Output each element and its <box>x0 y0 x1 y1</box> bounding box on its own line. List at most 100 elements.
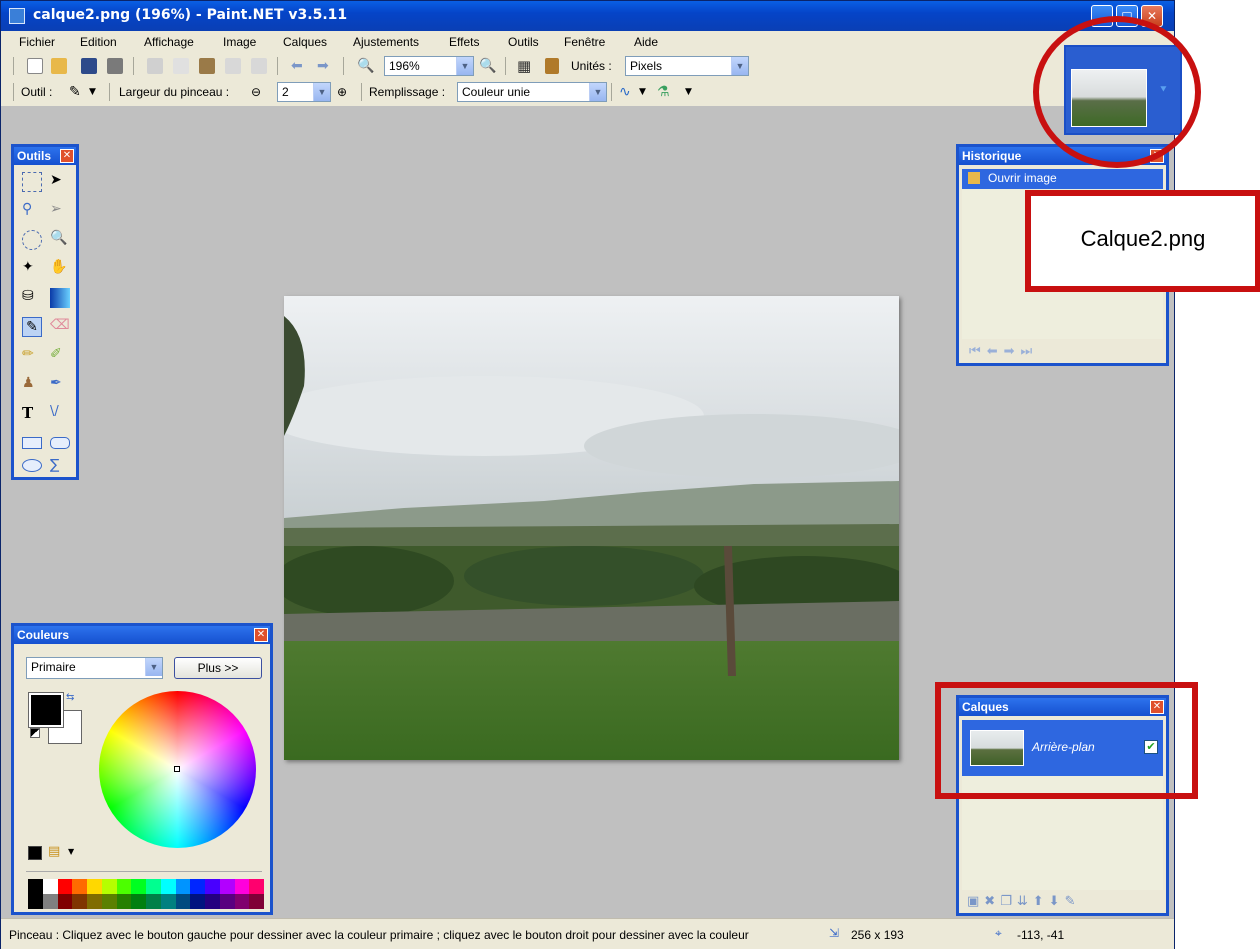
history-item[interactable]: Ouvrir image <box>962 169 1163 189</box>
duplicate-layer-icon[interactable]: ❐ <box>1000 894 1017 909</box>
pan-hand-icon[interactable]: ✋ <box>50 259 70 279</box>
color-swatch[interactable] <box>249 894 265 909</box>
color-swatch[interactable] <box>87 894 102 909</box>
antialiasing-icon[interactable]: ∿ <box>619 84 635 100</box>
color-swatch[interactable] <box>160 879 176 894</box>
color-swatch[interactable] <box>190 879 206 894</box>
menu-aide[interactable]: Aide <box>634 35 658 49</box>
freeform-shape-icon[interactable]: ∑ <box>50 457 70 477</box>
fill-combo[interactable]: Couleur unie ▼ <box>457 82 607 102</box>
rewind-icon[interactable]: ⏮ <box>969 344 987 359</box>
color-wheel[interactable] <box>99 691 256 848</box>
color-swatch[interactable] <box>131 894 147 909</box>
menu-edition[interactable]: Edition <box>80 35 117 49</box>
menu-effets[interactable]: Effets <box>449 35 479 49</box>
move-layer-down-icon[interactable]: ⬇ <box>1049 894 1065 909</box>
image-canvas[interactable] <box>284 296 899 760</box>
color-swatch[interactable] <box>116 879 132 894</box>
color-swatch[interactable] <box>101 879 117 894</box>
color-swatch[interactable] <box>175 894 191 909</box>
zoom-combo[interactable]: 196% ▼ <box>384 56 474 76</box>
rounded-rectangle-icon[interactable] <box>50 437 70 449</box>
menu-fichier[interactable]: Fichier <box>19 35 55 49</box>
color-swatch[interactable] <box>87 879 102 894</box>
color-swatch[interactable] <box>42 879 58 894</box>
copy-icon[interactable] <box>173 58 189 74</box>
fast-forward-icon[interactable]: ⏭ <box>1021 344 1039 359</box>
ellipse-icon[interactable] <box>22 459 42 472</box>
new-image-icon[interactable] <box>27 58 43 74</box>
chevron-down-icon[interactable]: ▼ <box>589 83 606 101</box>
color-swatch[interactable] <box>57 894 73 909</box>
paintbrush-tool-icon[interactable]: ✎ <box>22 317 42 337</box>
color-swatch[interactable] <box>146 894 161 909</box>
print-icon[interactable] <box>107 58 123 74</box>
color-swatch[interactable] <box>234 894 250 909</box>
pencil-icon[interactable]: ✏ <box>22 346 42 366</box>
clone-stamp-icon[interactable]: ♟ <box>22 375 42 395</box>
color-swatch[interactable] <box>28 894 43 909</box>
menu-outils[interactable]: Outils <box>508 35 539 49</box>
paint-bucket-icon[interactable]: ⛁ <box>22 288 42 308</box>
menu-ajustements[interactable]: Ajustements <box>353 35 419 49</box>
cut-icon[interactable] <box>147 58 163 74</box>
lasso-select-icon[interactable]: ⚲ <box>22 201 42 221</box>
redo-icon[interactable]: ➡ <box>317 58 333 74</box>
merge-layer-down-icon[interactable]: ⇊ <box>1017 894 1033 909</box>
color-swatch[interactable] <box>131 879 147 894</box>
move-selected-pixels-icon[interactable]: ➤ <box>50 172 70 192</box>
chevron-down-icon[interactable]: ▼ <box>89 84 99 100</box>
open-file-icon[interactable] <box>51 58 67 74</box>
rulers-icon[interactable] <box>545 58 559 74</box>
delete-layer-icon[interactable]: ✖ <box>984 894 1000 909</box>
brush-width-combo[interactable]: 2 ▼ <box>277 82 331 102</box>
title-bar[interactable]: calque2.png (196%) - Paint.NET v3.5.11 _… <box>1 1 1174 31</box>
increase-width-icon[interactable]: ⊕ <box>337 84 353 100</box>
save-icon[interactable] <box>81 58 97 74</box>
color-swatch[interactable] <box>116 894 132 909</box>
zoom-out-icon[interactable]: 🔍 <box>357 58 374 74</box>
magic-wand-icon[interactable]: ✦ <box>22 259 42 279</box>
blend-mode-icon[interactable]: ⚗ <box>657 84 673 100</box>
crop-to-selection-icon[interactable] <box>225 58 241 74</box>
rectangle-icon[interactable] <box>22 437 42 449</box>
color-swatch[interactable] <box>146 879 161 894</box>
color-swatch[interactable] <box>219 879 235 894</box>
primary-color-swatch[interactable] <box>28 692 64 728</box>
gradient-icon[interactable] <box>50 288 70 308</box>
color-swatch[interactable] <box>234 879 250 894</box>
more-colors-button[interactable]: Plus >> <box>174 657 262 679</box>
chevron-down-icon[interactable]: ▼ <box>685 84 695 100</box>
color-swatch[interactable] <box>72 879 88 894</box>
color-swatch[interactable] <box>190 894 206 909</box>
paintbrush-icon[interactable]: ✎ <box>69 84 85 100</box>
colors-palette-header[interactable]: Couleurs <box>14 626 270 644</box>
color-swatch[interactable] <box>219 894 235 909</box>
undo-history-icon[interactable]: ⬅ <box>987 344 1004 359</box>
color-mode-combo[interactable]: Primaire ▼ <box>26 657 163 679</box>
move-layer-up-icon[interactable]: ⬆ <box>1033 894 1049 909</box>
line-curve-icon[interactable]: \/ <box>50 404 70 424</box>
color-swatch[interactable] <box>42 894 58 909</box>
close-icon[interactable]: ✕ <box>60 149 74 163</box>
menu-image[interactable]: Image <box>223 35 256 49</box>
swap-colors-icon[interactable]: ⇆ <box>66 692 74 703</box>
color-swatch[interactable] <box>72 894 88 909</box>
eraser-icon[interactable]: ⌫ <box>50 317 70 337</box>
color-swatch[interactable] <box>249 879 265 894</box>
palette-menu-icon[interactable]: ▤ <box>48 844 60 859</box>
units-combo[interactable]: Pixels ▼ <box>625 56 749 76</box>
chevron-down-icon[interactable]: ▼ <box>313 83 330 101</box>
text-icon[interactable]: T <box>22 404 42 424</box>
rectangle-select-icon[interactable] <box>22 172 42 192</box>
undo-icon[interactable]: ⬅ <box>291 58 307 74</box>
layer-properties-icon[interactable]: ✎ <box>1065 894 1081 909</box>
color-swatch[interactable] <box>175 879 191 894</box>
grid-icon[interactable]: ▦ <box>517 58 533 74</box>
chevron-down-icon[interactable]: ▼ <box>68 847 74 856</box>
redo-history-icon[interactable]: ➡ <box>1004 344 1021 359</box>
chevron-down-icon[interactable]: ▼ <box>639 84 649 100</box>
zoom-in-icon[interactable]: 🔍 <box>479 58 496 74</box>
recolor-icon[interactable]: ✒ <box>50 375 70 395</box>
color-picker-icon[interactable]: ✐ <box>50 346 70 366</box>
